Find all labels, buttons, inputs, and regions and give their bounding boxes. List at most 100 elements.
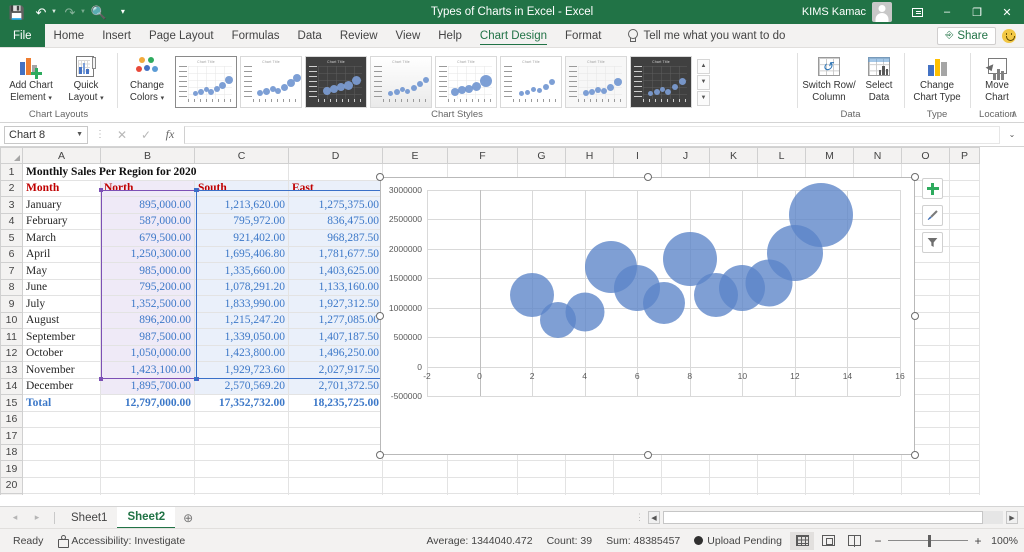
chart-style-8[interactable]: Chart Title: [630, 56, 692, 108]
cell-n[interactable]: [853, 460, 902, 478]
cell-east[interactable]: 1,275,375.00: [288, 196, 383, 214]
zoom-level[interactable]: 100%: [988, 535, 1018, 547]
cell-north[interactable]: 895,000.00: [100, 196, 195, 214]
sheet-tab-sheet1[interactable]: Sheet1: [61, 507, 117, 529]
chart-resize-handle-w[interactable]: [376, 312, 384, 320]
name-box[interactable]: Chart 8 ▼: [4, 125, 88, 144]
next-sheet-button[interactable]: ▸: [26, 512, 48, 523]
cell-month[interactable]: October: [22, 345, 101, 362]
scroll-left-button[interactable]: ◀: [648, 511, 660, 524]
cell-east[interactable]: 1,403,625.00: [288, 262, 383, 280]
row-header-16[interactable]: 16: [0, 410, 23, 428]
bubble-point[interactable]: [642, 282, 685, 325]
cell-south[interactable]: 921,402.00: [194, 229, 289, 247]
cell-south[interactable]: 1,335,660.00: [194, 262, 289, 280]
tell-me-box[interactable]: Tell me what you want to do: [626, 24, 785, 47]
save-icon[interactable]: 💾: [6, 2, 28, 22]
chart-resize-handle-n[interactable]: [643, 173, 652, 181]
cell-b[interactable]: [100, 493, 195, 495]
cell-north[interactable]: 987,500.00: [100, 328, 195, 346]
column-header-P[interactable]: P: [949, 147, 980, 164]
cell-p[interactable]: [949, 361, 980, 379]
account-name[interactable]: KIMS Kamac: [802, 6, 866, 18]
row-header-15[interactable]: 15: [0, 394, 23, 412]
cell-east[interactable]: 1,277,085.00: [288, 312, 383, 329]
cell-p[interactable]: [949, 394, 980, 412]
chart-style-7[interactable]: Chart Title: [565, 56, 627, 108]
cell-p[interactable]: [949, 262, 980, 280]
print-preview-icon[interactable]: 🔍: [88, 2, 110, 22]
cell-c[interactable]: [194, 427, 289, 445]
cell-north[interactable]: 1,352,500.00: [100, 295, 195, 313]
cell-south[interactable]: 1,215,247.20: [194, 312, 289, 329]
customize-qat-icon[interactable]: ▾: [112, 2, 134, 22]
chevron-down-icon[interactable]: ▾: [48, 95, 52, 102]
table-row[interactable]: 19: [0, 460, 980, 478]
cell-east[interactable]: 836,475.00: [288, 213, 383, 230]
chevron-down-icon[interactable]: ▾: [100, 95, 104, 102]
chart-style-5[interactable]: Chart Title: [435, 56, 497, 108]
cell-month[interactable]: September: [22, 328, 101, 346]
cell-p[interactable]: [949, 196, 980, 214]
cell-b[interactable]: [100, 477, 195, 494]
tab-page-layout[interactable]: Page Layout: [140, 24, 223, 47]
cell-north[interactable]: 896,200.00: [100, 312, 195, 329]
cell-total-east[interactable]: 18,235,725.00: [288, 394, 383, 412]
cell-d[interactable]: [288, 493, 383, 495]
cell-j[interactable]: [661, 493, 710, 495]
redo-icon[interactable]: ↷: [59, 2, 81, 22]
cell-a[interactable]: [22, 411, 101, 428]
styles-scroll-up-button[interactable]: ▲: [697, 58, 710, 74]
cell-g[interactable]: [517, 460, 566, 478]
cell-h[interactable]: [565, 493, 614, 495]
cell-south[interactable]: 1,833,990.00: [194, 295, 289, 313]
cell-north[interactable]: 1,250,300.00: [100, 246, 195, 263]
cell-a[interactable]: [22, 460, 101, 478]
cell-A1[interactable]: Monthly Sales Per Region for 2020: [22, 163, 289, 181]
cell-l[interactable]: [757, 493, 806, 495]
chart-plot-area[interactable]: 3000000 2500000 2000000 1500000 1000000 …: [389, 183, 905, 401]
page-break-view-button[interactable]: [842, 532, 866, 550]
zoom-slider-track[interactable]: [888, 534, 968, 547]
column-header-H[interactable]: H: [565, 147, 614, 164]
select-data-button[interactable]: Select Data: [859, 51, 899, 104]
tab-review[interactable]: Review: [331, 24, 387, 47]
cell-total-south[interactable]: 17,352,732.00: [194, 394, 289, 412]
cell-month[interactable]: March: [22, 229, 101, 247]
cell-m[interactable]: [805, 477, 854, 494]
horizontal-scrollbar-thumb[interactable]: [663, 511, 983, 524]
insert-function-button[interactable]: fx: [160, 127, 180, 142]
cell-h[interactable]: [565, 477, 614, 494]
cell-month[interactable]: January: [22, 196, 101, 214]
cell-north[interactable]: 1,050,000.00: [100, 345, 195, 362]
tab-view[interactable]: View: [387, 24, 430, 47]
cell-j[interactable]: [661, 460, 710, 478]
cell-month[interactable]: June: [22, 279, 101, 296]
cell-c[interactable]: [194, 444, 289, 461]
tab-data[interactable]: Data: [289, 24, 331, 47]
row-header-5[interactable]: 5: [0, 229, 23, 247]
chart-object[interactable]: 3000000 2500000 2000000 1500000 1000000 …: [376, 173, 943, 459]
sheet-tab-sheet2[interactable]: Sheet2: [117, 506, 176, 529]
cell-k[interactable]: [709, 460, 758, 478]
add-chart-element-button[interactable]: Add Chart Element ▾: [5, 51, 57, 104]
row-header-17[interactable]: 17: [0, 427, 23, 445]
normal-view-button[interactable]: [790, 531, 814, 550]
column-header-D[interactable]: D: [288, 147, 383, 164]
cell-south[interactable]: 1,695,406.80: [194, 246, 289, 263]
cell-e[interactable]: [382, 460, 448, 478]
cell-east[interactable]: 1,927,312.50: [288, 295, 383, 313]
cell-south[interactable]: 1,078,291.20: [194, 279, 289, 296]
enter-formula-button[interactable]: ✓: [136, 128, 156, 142]
cell-d[interactable]: [288, 444, 383, 461]
column-header-E[interactable]: E: [382, 147, 448, 164]
cell-p[interactable]: [949, 345, 980, 362]
cell-east[interactable]: 1,133,160.00: [288, 279, 383, 296]
row-header-7[interactable]: 7: [0, 262, 23, 280]
column-header-F[interactable]: F: [447, 147, 518, 164]
tab-help[interactable]: Help: [429, 24, 471, 47]
zoom-slider-thumb[interactable]: [928, 534, 931, 547]
minimize-button[interactable]: –: [932, 0, 962, 24]
cell-c[interactable]: [194, 493, 289, 495]
table-row[interactable]: 20: [0, 476, 980, 494]
